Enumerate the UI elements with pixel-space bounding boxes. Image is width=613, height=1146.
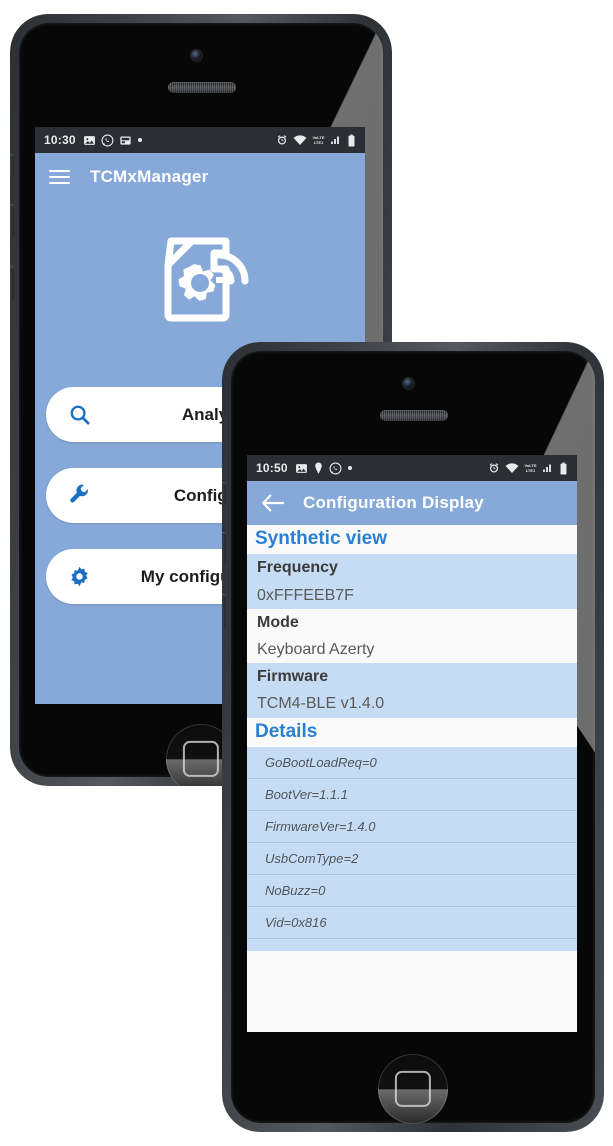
phone2-screen: 10:50 VoLTE LTE1 Configuration Display S… (247, 455, 577, 1032)
svg-text:VoLTE: VoLTE (312, 135, 324, 140)
silent-switch[interactable] (10, 154, 14, 176)
detail-row[interactable]: BootVer=1.1.1 (247, 778, 577, 811)
tcmx-config-logo-svg (164, 237, 249, 322)
configuration-list: Synthetic view Frequency 0xFFFEEB7F Mode… (247, 525, 577, 1032)
app-title: TCMxManager (90, 167, 209, 186)
front-camera (403, 378, 414, 389)
inbox-icon (119, 134, 132, 147)
alarm-icon (488, 462, 500, 474)
front-camera (191, 50, 202, 61)
volte-icon: VoLTE LTE1 (524, 462, 537, 474)
synthetic-row-value: Keyboard Azerty (247, 635, 577, 664)
wifi-icon (505, 462, 519, 474)
synthetic-row-key: Firmware (247, 663, 577, 691)
location-icon (313, 462, 324, 475)
photo-icon (83, 134, 96, 147)
svg-text:LTE1: LTE1 (314, 140, 324, 145)
app-bar: Configuration Display (247, 481, 577, 525)
search-icon (62, 403, 96, 426)
detail-row[interactable]: FirmwareVer=1.4.0 (247, 810, 577, 843)
status-bar: 10:50 VoLTE LTE1 (247, 455, 577, 481)
back-arrow-icon[interactable] (261, 493, 285, 513)
volume-down-button[interactable] (10, 266, 14, 300)
synthetic-row-key: Frequency (247, 554, 577, 582)
wifi-icon (293, 134, 307, 146)
status-time: 10:50 (256, 461, 288, 475)
svg-text:VoLTE: VoLTE (524, 463, 536, 468)
gear-icon (178, 264, 216, 301)
app-logo (35, 201, 365, 343)
home-button[interactable] (378, 1054, 448, 1124)
detail-row-partial[interactable] (247, 938, 577, 951)
signal-icon (542, 462, 554, 474)
whatsapp-icon (101, 134, 114, 147)
synthetic-row-key: Mode (247, 608, 577, 636)
earpiece-speaker (168, 82, 236, 93)
volte-icon: VoLTE LTE1 (312, 134, 325, 146)
volume-up-button[interactable] (222, 532, 226, 566)
synthetic-row-value: TCM4-BLE v1.4.0 (247, 690, 577, 718)
volume-up-button[interactable] (10, 204, 14, 238)
dot-icon (137, 138, 142, 142)
phone-front: 10:50 VoLTE LTE1 Configuration Display S… (222, 342, 604, 1132)
volume-down-button[interactable] (222, 594, 226, 628)
section-header-synthetic-view: Synthetic view (247, 525, 577, 555)
screen-title: Configuration Display (303, 493, 484, 512)
detail-row[interactable]: NoBuzz=0 (247, 874, 577, 907)
hamburger-icon[interactable] (49, 166, 70, 188)
app-bar: TCMxManager (35, 153, 365, 201)
battery-icon (559, 462, 568, 475)
status-time: 10:30 (44, 133, 76, 147)
synthetic-row-value: 0xFFFEEB7F (247, 581, 577, 609)
signal-icon (330, 134, 342, 146)
alarm-icon (276, 134, 288, 146)
wrench-icon (62, 484, 96, 507)
photo-icon (295, 462, 308, 475)
detail-row[interactable]: Vid=0x816 (247, 906, 577, 939)
whatsapp-icon (329, 462, 342, 475)
battery-icon (347, 134, 356, 147)
detail-row[interactable]: GoBootLoadReq=0 (247, 746, 577, 779)
gear-icon (62, 565, 96, 588)
section-header-details: Details (247, 717, 577, 747)
svg-text:LTE1: LTE1 (526, 468, 536, 473)
detail-row[interactable]: UsbComType=2 (247, 842, 577, 875)
silent-switch[interactable] (222, 482, 226, 504)
status-bar: 10:30 VoLTE LTE1 (35, 127, 365, 153)
dot-icon (347, 466, 352, 470)
earpiece-speaker (380, 410, 448, 421)
